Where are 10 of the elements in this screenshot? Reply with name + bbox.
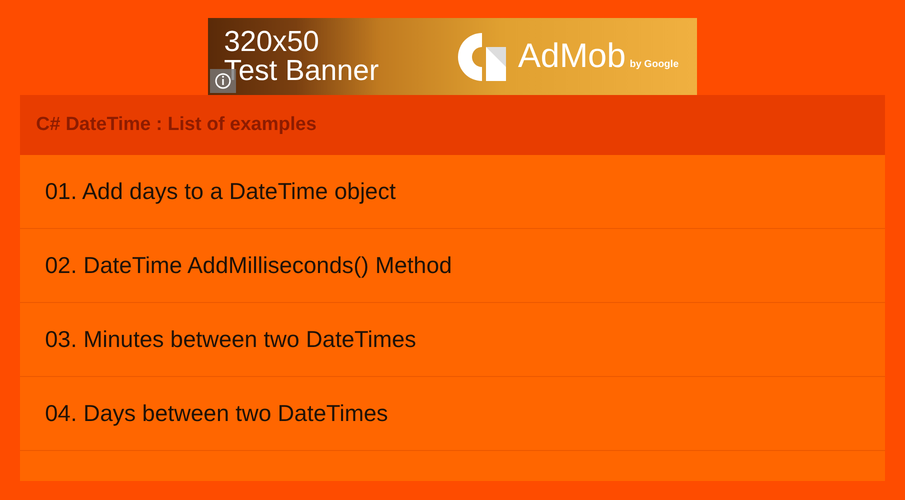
ad-brand-text: AdMob [518, 36, 626, 77]
list-item[interactable]: 02. DateTime AddMilliseconds() Method [20, 229, 885, 303]
ad-size-text: 320x50 [224, 28, 320, 56]
ad-banner[interactable]: 320x50 Test Banner AdMob by Google [208, 18, 697, 95]
list-item[interactable]: 03. Minutes between two DateTimes [20, 303, 885, 377]
ad-label-text: Test Banner [224, 56, 380, 86]
ad-byline-text: by Google [630, 58, 679, 72]
list-item[interactable]: 01. Add days to a DateTime object [20, 155, 885, 229]
list-item[interactable]: 04. Days between two DateTimes [20, 377, 885, 451]
list-title: C# DateTime : List of examples [20, 95, 885, 155]
